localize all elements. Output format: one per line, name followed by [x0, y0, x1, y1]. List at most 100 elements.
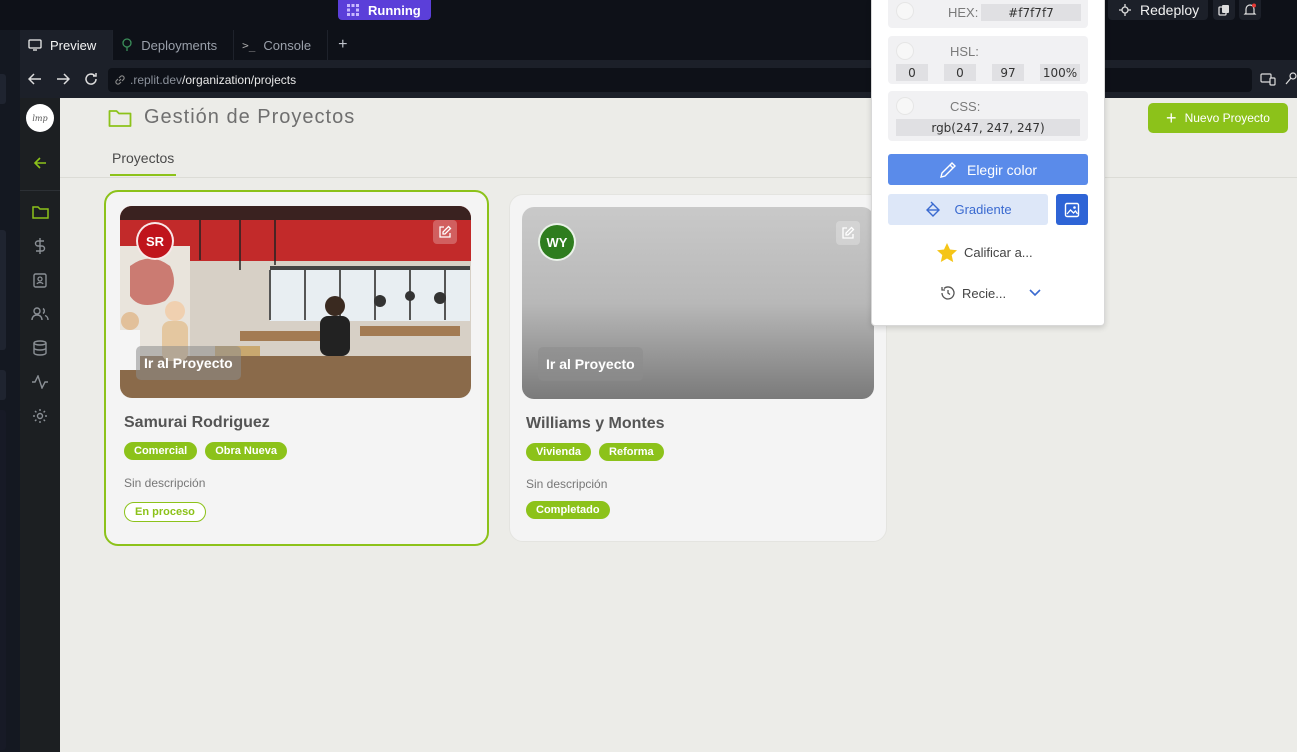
hsl-l-value[interactable]: 97	[992, 64, 1024, 81]
tag-badge: Obra Nueva	[205, 442, 287, 460]
avatar: WY	[538, 223, 576, 261]
folder-icon	[31, 206, 49, 219]
project-card[interactable]: SR Ir al Proyecto Samurai Rodriguez Come…	[104, 190, 489, 546]
link-icon	[115, 75, 125, 85]
replit-tabs: Preview Deployments >_ Console +	[20, 30, 1297, 60]
database-icon	[33, 340, 47, 356]
hex-value[interactable]: #f7f7f7	[981, 4, 1081, 21]
sidebar-item-settings[interactable]	[20, 399, 60, 433]
pick-color-button[interactable]: Elegir color	[888, 154, 1088, 185]
hsl-label: HSL:	[950, 44, 979, 59]
redeploy-button[interactable]: Redeploy	[1108, 0, 1208, 20]
run-status-label: Running	[368, 2, 421, 18]
project-card[interactable]: WY Ir al Proyecto Williams y Montes Vivi…	[509, 194, 887, 542]
add-tab-button[interactable]: +	[328, 30, 357, 60]
copy-button[interactable]	[1213, 0, 1235, 20]
rate-extension-link[interactable]: Calificar a...	[936, 242, 1033, 263]
hsl-s-value[interactable]: 0	[944, 64, 976, 81]
rate-label: Calificar a...	[964, 245, 1033, 260]
tree-icon	[122, 38, 132, 51]
notifications-button[interactable]	[1239, 0, 1261, 20]
plus-icon: +	[1166, 108, 1177, 128]
tab-deployments-label: Deployments	[141, 37, 218, 53]
css-label: CSS:	[950, 99, 981, 114]
browser-url-bar: .replit.dev/organization/projects	[20, 60, 1297, 98]
image-picker-button[interactable]	[1056, 194, 1088, 225]
sidebar-item-finance[interactable]	[20, 229, 60, 263]
users-icon	[31, 307, 49, 321]
css-value[interactable]: rgb(247, 247, 247)	[896, 119, 1080, 136]
edit-project-button[interactable]	[433, 220, 457, 244]
tab-projects[interactable]: Proyectos	[110, 148, 177, 176]
sidebar-item-activity[interactable]	[20, 365, 60, 399]
hex-label: HEX:	[948, 5, 979, 20]
url-path: /organization/projects	[182, 73, 297, 87]
devices-icon[interactable]	[1260, 73, 1276, 86]
edit-project-button[interactable]	[836, 221, 860, 245]
chevron-down-icon	[1029, 289, 1041, 297]
tag-badge: Reforma	[599, 443, 664, 461]
project-description: Sin descripción	[124, 476, 206, 490]
project-description: Sin descripción	[526, 477, 608, 491]
hsl-a-value[interactable]: 100%	[1040, 64, 1080, 81]
go-to-project-button[interactable]: Ir al Proyecto	[538, 347, 643, 381]
status-badge: Completado	[526, 501, 610, 519]
url-domain: .replit.dev	[130, 73, 183, 87]
run-status-badge[interactable]: Running	[338, 0, 431, 20]
edit-icon	[439, 225, 452, 238]
main-content: Gestión de Proyectos Proyectos + Nuevo P…	[60, 98, 1297, 752]
key-icon[interactable]	[1285, 72, 1297, 86]
history-icon	[941, 286, 955, 300]
monitor-icon	[28, 39, 42, 51]
recent-label: Recie...	[962, 285, 1007, 301]
go-to-project-button[interactable]: Ir al Proyecto	[136, 346, 241, 380]
bell-icon	[1243, 3, 1257, 15]
back-nav-button[interactable]	[20, 146, 60, 180]
tag-badge: Comercial	[124, 442, 198, 460]
back-arrow-icon[interactable]	[28, 73, 42, 85]
sidebar-item-contacts[interactable]	[20, 263, 60, 297]
reload-icon[interactable]	[84, 72, 98, 86]
edit-icon	[842, 226, 855, 239]
sidebar-item-projects[interactable]	[20, 195, 60, 229]
project-image: WY Ir al Proyecto	[522, 207, 874, 399]
color-swatch	[896, 2, 914, 20]
pick-color-label: Elegir color	[966, 161, 1038, 178]
new-project-button[interactable]: + Nuevo Proyecto	[1148, 103, 1288, 133]
hsl-row: HSL: 0 0 97 100%	[888, 36, 1088, 84]
tab-console[interactable]: >_ Console	[234, 30, 329, 60]
sidebar-item-database[interactable]	[20, 331, 60, 365]
company-logo: lmp	[26, 104, 54, 132]
gradient-button[interactable]: Gradiente	[888, 194, 1048, 225]
star-icon	[937, 243, 957, 263]
image-icon	[1064, 202, 1080, 217]
eyedropper-icon	[940, 161, 956, 178]
tab-deployments[interactable]: Deployments	[113, 30, 235, 60]
new-project-label: Nuevo Proyecto	[1184, 111, 1270, 125]
hsl-h-value[interactable]: 0	[896, 64, 928, 81]
css-row: CSS: rgb(247, 247, 247)	[888, 91, 1088, 141]
tab-console-label: Console	[263, 37, 312, 53]
project-image: SR Ir al Proyecto	[120, 206, 471, 398]
gear-icon	[33, 409, 47, 423]
color-picker-popup: HEX: #f7f7f7 HSL: 0 0 97 100% CSS: rgb(2…	[871, 0, 1105, 326]
terminal-icon: >_	[242, 38, 256, 52]
recent-colors-toggle[interactable]: Recie...	[940, 285, 1042, 301]
id-badge-icon	[33, 273, 47, 288]
tab-preview[interactable]: Preview	[20, 30, 114, 60]
redeploy-label: Redeploy	[1140, 2, 1200, 18]
app-sidebar: lmp	[20, 98, 60, 752]
activity-icon	[32, 375, 48, 389]
forward-arrow-icon[interactable]	[56, 73, 70, 85]
arrow-left-icon	[33, 157, 46, 169]
tab-preview-label: Preview	[50, 37, 97, 53]
copy-icon	[1218, 5, 1229, 16]
project-tags: Comercial Obra Nueva	[124, 442, 287, 460]
dollar-icon	[34, 238, 46, 254]
color-swatch	[896, 97, 914, 115]
sidebar-item-users[interactable]	[20, 297, 60, 331]
deploy-icon	[1119, 4, 1131, 16]
tabs-divider	[60, 177, 1297, 178]
paint-bucket-icon	[926, 201, 941, 217]
replit-left-panel	[0, 30, 20, 752]
